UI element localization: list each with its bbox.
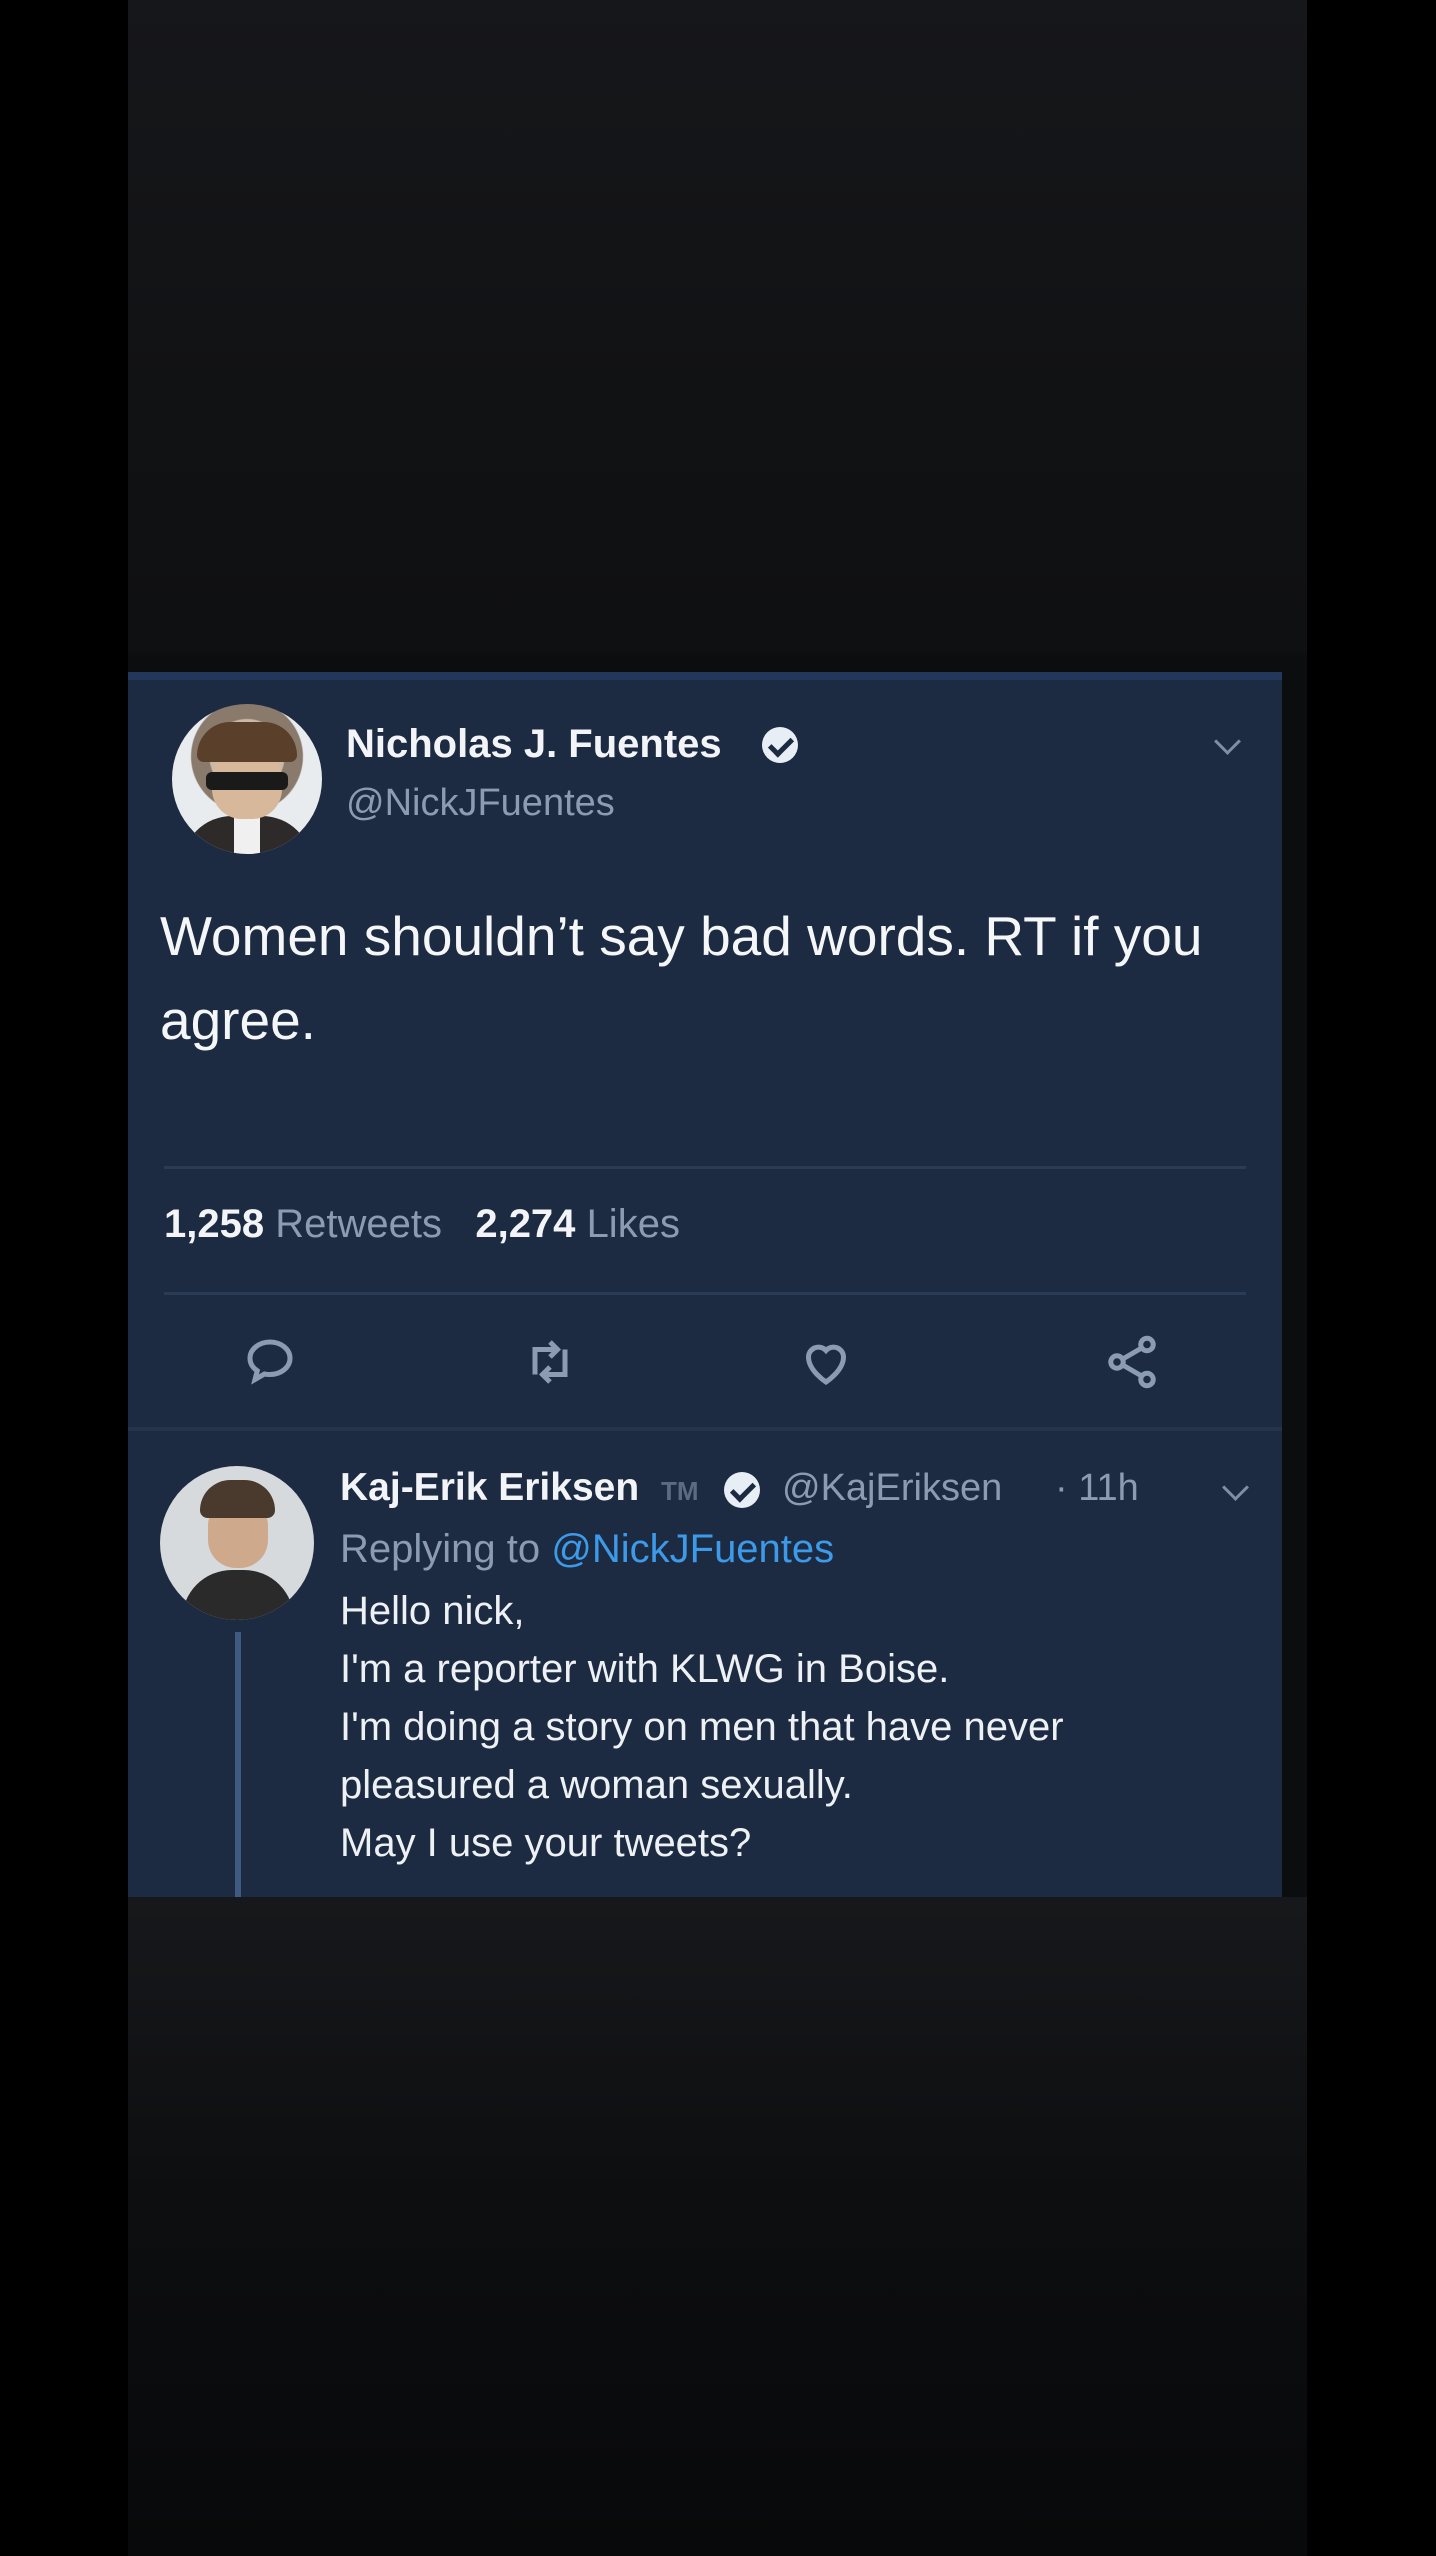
reply-text-line: Hello nick, <box>340 1589 525 1633</box>
tm-mark: TM <box>661 1476 699 1506</box>
tweet-text: Women shouldn’t say bad words. RT if you… <box>160 905 1203 1051</box>
verified-badge-icon <box>762 727 798 763</box>
divider <box>164 1292 1246 1295</box>
share-icon[interactable] <box>1102 1332 1162 1392</box>
retweets-label[interactable]: Retweets <box>275 1202 442 1246</box>
replying-to: Replying to @NickJFuentes <box>340 1527 834 1572</box>
chevron-down-icon[interactable] <box>1214 728 1241 755</box>
divider <box>128 1427 1282 1431</box>
chevron-down-icon[interactable] <box>1222 1474 1249 1501</box>
replying-prefix: Replying to <box>340 1527 541 1571</box>
retweet-icon[interactable] <box>520 1332 580 1392</box>
reply-icon[interactable] <box>240 1332 300 1392</box>
verified-badge-icon <box>724 1472 760 1508</box>
screenshot-frame: Nicholas J. Fuentes @NickJFuentes Women … <box>0 0 1436 2556</box>
reply-text-line: I'm doing a story on men that have never <box>340 1705 1064 1749</box>
reply-author-handle[interactable]: @KajEriksen <box>782 1467 1002 1510</box>
reply-text-line: pleasured a woman sexually. <box>340 1763 853 1807</box>
thread-line <box>235 1632 241 1897</box>
author-name[interactable]: Nicholas J. Fuentes <box>346 722 722 767</box>
reply-text-line: May I use your tweets? <box>340 1821 752 1865</box>
reply-avatar[interactable] <box>160 1466 314 1620</box>
phone-screen-bottom <box>128 1897 1307 2556</box>
replying-to-link[interactable]: @NickJFuentes <box>551 1527 834 1571</box>
likes-label[interactable]: Likes <box>587 1202 680 1246</box>
retweets-count[interactable]: 1,258 <box>164 1202 264 1246</box>
tweet-card: Nicholas J. Fuentes @NickJFuentes Women … <box>128 672 1282 1897</box>
reply-author-name[interactable]: Kaj-Erik Eriksen <box>340 1466 639 1510</box>
tweet-stats: 1,258 Retweets 2,274 Likes <box>164 1202 680 1247</box>
avatar[interactable] <box>172 704 322 854</box>
likes-count[interactable]: 2,274 <box>475 1202 575 1246</box>
divider <box>164 1166 1246 1169</box>
reply-time[interactable]: · 11h <box>1055 1467 1139 1510</box>
card-top-edge <box>128 672 1282 680</box>
reply-text-line: I'm a reporter with KLWG in Boise. <box>340 1647 950 1691</box>
author-handle[interactable]: @NickJFuentes <box>346 782 615 825</box>
heart-icon[interactable] <box>796 1332 856 1392</box>
